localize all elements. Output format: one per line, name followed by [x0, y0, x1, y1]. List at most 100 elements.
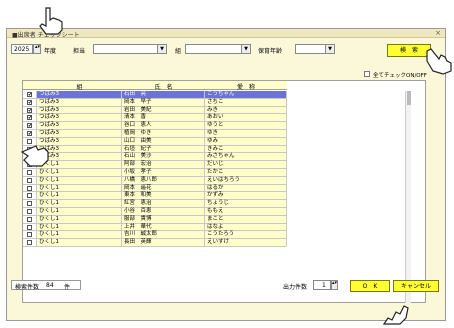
class-cell[interactable]: ひくし1 [37, 168, 122, 176]
age-select[interactable]: ▼ [295, 44, 335, 54]
output-spinner[interactable]: ▴▾ [331, 280, 338, 290]
nickname-cell[interactable]: だいじ [205, 161, 287, 168]
nickname-cell[interactable]: さちこ [205, 98, 287, 106]
name-cell[interactable]: 岡本 早子 [122, 98, 205, 106]
chevron-down-icon[interactable]: ▼ [241, 45, 250, 53]
name-cell[interactable]: 長田 英輝 [122, 239, 205, 246]
table-row[interactable]: ひくし1 吉川 誠太郎 こうたろう [23, 231, 287, 240]
nickname-cell[interactable]: たかこ [205, 168, 287, 176]
table-row[interactable]: ✔ つばみ3 岡本 早子 さちこ [23, 98, 287, 107]
nickname-cell[interactable]: みき [205, 106, 287, 114]
row-check-cell[interactable]: ✔ [23, 98, 37, 106]
row-check-cell[interactable] [23, 223, 37, 231]
class-cell[interactable]: つばみ3 [37, 98, 122, 106]
chevron-down-icon[interactable]: ▼ [325, 45, 334, 53]
row-checkbox[interactable] [27, 224, 32, 230]
name-cell[interactable]: 小谷 百恵 [122, 207, 205, 215]
nickname-cell[interactable]: ゆみ [205, 137, 287, 145]
name-cell[interactable]: 上井 華代 [122, 223, 205, 231]
row-check-cell[interactable] [23, 239, 37, 246]
class-cell[interactable]: ひくし1 [37, 192, 122, 200]
class-cell[interactable]: つばみ3 [37, 122, 122, 129]
row-checkbox[interactable] [27, 216, 32, 222]
row-checkbox[interactable]: ✔ [27, 115, 32, 121]
class-cell[interactable]: ひくし1 [37, 215, 122, 223]
name-cell[interactable]: 清本 香 [122, 114, 205, 122]
name-cell[interactable]: 東本 和美 [122, 192, 205, 200]
row-check-cell[interactable]: ✔ [23, 114, 37, 122]
row-checkbox[interactable] [27, 177, 32, 183]
row-check-cell[interactable] [23, 231, 37, 239]
row-checkbox[interactable] [27, 240, 32, 246]
table-row[interactable]: つばみ3 山口 由美 ゆみ [23, 137, 287, 146]
nickname-cell[interactable]: まこと [205, 215, 287, 223]
year-field[interactable]: 2025 [11, 44, 33, 54]
row-check-cell[interactable] [23, 192, 37, 200]
row-check-cell[interactable]: ✔ [23, 91, 37, 98]
table-row[interactable]: つばみ3 石垣 紀子 きみこ [23, 145, 287, 154]
class-cell[interactable]: つばみ3 [37, 91, 122, 98]
name-cell[interactable]: 石垣 紀子 [122, 145, 205, 153]
row-check-cell[interactable] [23, 176, 37, 184]
row-check-cell[interactable] [23, 200, 37, 207]
nickname-cell[interactable]: こうちゃん [205, 91, 287, 98]
row-checkbox[interactable] [27, 169, 32, 175]
nickname-cell[interactable]: かずみ [205, 192, 287, 200]
nickname-cell[interactable]: こうたろう [205, 231, 287, 239]
output-count-field[interactable]: 1 [313, 280, 331, 290]
class-cell[interactable]: ひくし1 [37, 231, 122, 239]
table-row[interactable]: ✔ つばみ3 清本 香 あおい [23, 114, 287, 123]
table-row[interactable]: ひくし1 紅宮 恵治 ちょうじ [23, 200, 287, 208]
table-row[interactable]: ひくし1 東本 和美 かずみ [23, 192, 287, 201]
name-cell[interactable]: 服部 貴博 [122, 215, 205, 223]
nickname-cell[interactable]: えいはちろう [205, 176, 287, 184]
table-row[interactable]: ✔ つばみ3 石田 亮 こうちゃん [23, 91, 287, 99]
table-row[interactable]: ひくし1 岡本 遥花 はるか [23, 184, 287, 193]
name-cell[interactable]: 植岡 ゆき [122, 129, 205, 137]
nickname-cell[interactable]: あおい [205, 114, 287, 122]
class-cell[interactable]: ひくし1 [37, 200, 122, 207]
table-row[interactable]: ひくし1 小坂 孝子 たかこ [23, 168, 287, 177]
row-checkbox[interactable]: ✔ [27, 130, 32, 136]
row-check-cell[interactable] [23, 168, 37, 176]
vertical-scrollbar[interactable] [405, 91, 411, 303]
row-checkbox[interactable] [27, 201, 32, 207]
name-cell[interactable]: 紅宮 恵治 [122, 200, 205, 207]
nickname-cell[interactable]: ももえ [205, 207, 287, 215]
chevron-down-icon[interactable]: ▼ [157, 45, 166, 53]
table-row[interactable]: ✔ つばみ3 岩田 美紀 みき [23, 106, 287, 115]
table-row[interactable]: ひくし1 小谷 百恵 ももえ [23, 207, 287, 216]
name-cell[interactable]: 吉川 誠太郎 [122, 231, 205, 239]
cancel-button[interactable]: キャンセル [393, 280, 439, 292]
table-row[interactable]: ✔ つばみ3 谷口 恵人 ゆうと [23, 122, 287, 130]
class-cell[interactable]: ひくし1 [37, 207, 122, 215]
nickname-cell[interactable]: ゆき [205, 129, 287, 137]
row-checkbox[interactable] [27, 208, 32, 214]
row-check-cell[interactable]: ✔ [23, 122, 37, 129]
name-cell[interactable]: 岡本 遥花 [122, 184, 205, 192]
name-cell[interactable]: 石山 美沙 [122, 153, 205, 161]
class-cell[interactable]: ひくし1 [37, 176, 122, 184]
name-cell[interactable]: 谷口 恵人 [122, 122, 205, 129]
name-cell[interactable]: 阿部 宏治 [122, 161, 205, 168]
table-row[interactable]: つばみ3 石山 美沙 みさちゃん [23, 153, 287, 162]
class-cell[interactable]: ひくし1 [37, 223, 122, 231]
table-row[interactable]: ✔ つばみ3 植岡 ゆき ゆき [23, 129, 287, 138]
nickname-cell[interactable]: ゆうと [205, 122, 287, 129]
row-checkbox[interactable] [27, 185, 32, 191]
name-cell[interactable]: 岩田 美紀 [122, 106, 205, 114]
name-cell[interactable]: 八橋 恵八郎 [122, 176, 205, 184]
row-check-cell[interactable]: ✔ [23, 129, 37, 137]
class-cell[interactable]: つばみ3 [37, 114, 122, 122]
row-check-cell[interactable] [23, 207, 37, 215]
name-cell[interactable]: 山口 由美 [122, 137, 205, 145]
table-row[interactable]: ひくし1 阿部 宏治 だいじ [23, 161, 287, 169]
teacher-select[interactable]: ▼ [93, 44, 167, 54]
table-row[interactable]: ひくし1 服部 貴博 まこと [23, 215, 287, 224]
ok-button[interactable]: O K [350, 280, 390, 292]
nickname-cell[interactable]: えいすけ [205, 239, 287, 246]
scrollbar-thumb[interactable] [407, 91, 411, 105]
row-check-cell[interactable] [23, 184, 37, 192]
nickname-cell[interactable]: はなよ [205, 223, 287, 231]
row-check-cell[interactable] [23, 215, 37, 223]
